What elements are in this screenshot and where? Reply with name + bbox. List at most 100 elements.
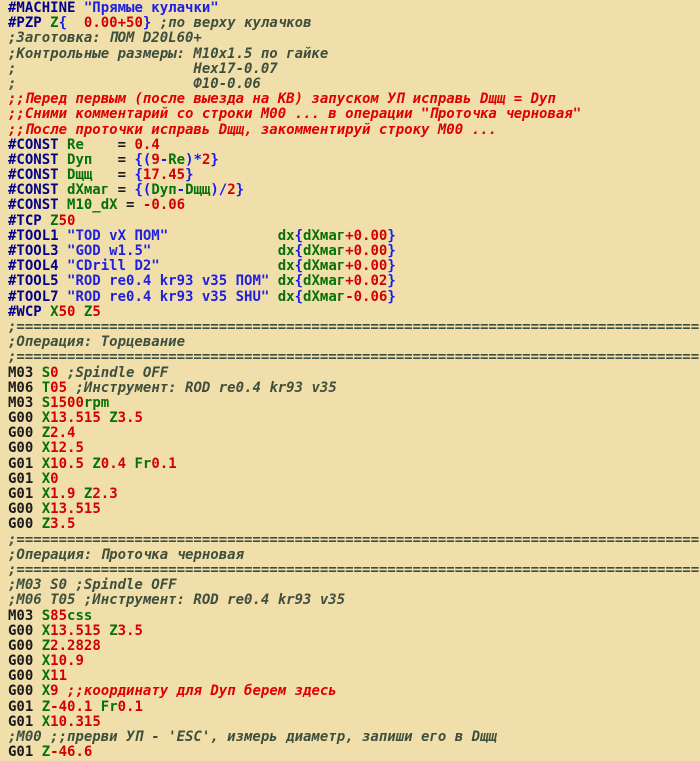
code-line: ;;Сними комментарий со строки M00 ... в … (8, 107, 700, 122)
code-token-g: G01 (8, 744, 33, 760)
code-token-t (134, 197, 142, 213)
code-line: M03 S1500rpm (8, 396, 700, 411)
code-line: #TOOL7 "ROD re0.4 kr93 v35 SHU" dx{dXмаг… (8, 290, 700, 305)
code-token-n: +0.00 (345, 258, 387, 274)
code-token-g: M03 (8, 395, 33, 411)
code-token-s: "ROD re0.4 kr93 v35 SHU" (67, 289, 269, 305)
code-token-c: ;Spindle OFF (67, 365, 168, 381)
code-token-t (33, 699, 41, 715)
code-token-w: Fr (101, 699, 118, 715)
code-token-c: ;M00 ;;прерви УП - 'ESC', измерь диаметр… (8, 729, 497, 745)
code-token-g: G00 (8, 653, 33, 669)
code-token-eq: = (118, 182, 126, 198)
code-token-t (109, 182, 117, 198)
code-token-t (33, 501, 41, 517)
code-token-n: 05 (50, 380, 67, 396)
code-token-b: )/ (210, 182, 227, 198)
code-token-rc: ;;После проточки исправь Dщщ, закомменти… (8, 122, 497, 138)
code-token-t (42, 213, 50, 229)
code-token-n: 1500 (50, 395, 84, 411)
code-token-n: +0.00 (345, 228, 387, 244)
code-token-dir: #TOOL1 (8, 228, 59, 244)
code-token-t (59, 228, 67, 244)
code-token-g: G00 (8, 410, 33, 426)
code-token-b: } (236, 182, 244, 198)
code-token-b: { (134, 167, 142, 183)
code-token-n: 9 (151, 152, 159, 168)
code-line: G01 X1.9 Z2.3 (8, 487, 700, 502)
code-token-w: Z (42, 425, 50, 441)
code-token-w: X (42, 440, 50, 456)
code-token-b: } (387, 289, 395, 305)
code-line: ;;Перед первым (после выезда на КВ) запу… (8, 92, 700, 107)
code-token-s: "Прямые кулачки" (84, 0, 219, 16)
code-line: G00 Z2.4 (8, 426, 700, 441)
code-token-w: Re (67, 137, 84, 153)
code-token-w: css (67, 608, 92, 624)
code-token-w: S (42, 395, 50, 411)
code-token-n: 0.1 (151, 456, 176, 472)
code-token-c: ;=======================================… (8, 562, 699, 578)
code-token-b: { (295, 228, 303, 244)
code-token-g: G01 (8, 471, 33, 487)
code-token-n: -46.6 (50, 744, 92, 760)
code-token-dir: #MACHINE (8, 0, 75, 16)
code-token-t (151, 243, 277, 259)
code-token-n: -40.1 (50, 699, 92, 715)
code-token-t (33, 410, 41, 426)
code-token-t (67, 15, 84, 31)
code-token-t (92, 167, 117, 183)
code-token-w: Z (109, 623, 117, 639)
code-token-g: G00 (8, 668, 33, 684)
code-token-w: Dщщ (67, 167, 92, 183)
code-token-t (33, 365, 41, 381)
code-token-b: } (185, 167, 193, 183)
code-token-t (101, 410, 109, 426)
code-token-w: S (42, 608, 50, 624)
code-token-b: } (210, 152, 218, 168)
code-token-dir: #TOOL5 (8, 273, 59, 289)
code-token-n: 13.515 (50, 410, 101, 426)
code-token-t (59, 365, 67, 381)
code-token-t (59, 182, 67, 198)
code-token-b: { (295, 243, 303, 259)
code-token-t (59, 137, 67, 153)
code-token-w: dXмаг (303, 228, 345, 244)
code-token-w: Dуп (67, 152, 92, 168)
code-token-n: 12.5 (50, 440, 84, 456)
code-token-n: 1.9 (50, 486, 75, 502)
code-token-t (59, 258, 67, 274)
code-token-dir: #CONST (8, 137, 59, 153)
code-line: ;;После проточки исправь Dщщ, закомменти… (8, 123, 700, 138)
code-token-t (126, 456, 134, 472)
code-token-t (42, 15, 50, 31)
code-token-t (75, 486, 83, 502)
code-token-t (84, 137, 118, 153)
code-token-w: Z (42, 638, 50, 654)
code-token-dir: #CONST (8, 197, 59, 213)
code-token-t (33, 638, 41, 654)
code-token-t (92, 699, 100, 715)
code-token-c: ; Hex17-0.07 (8, 61, 278, 77)
code-token-w: X (42, 456, 50, 472)
code-token-n: 5 (92, 304, 100, 320)
code-token-w: dXмаг (303, 273, 345, 289)
code-token-w: X (42, 714, 50, 730)
code-token-s: "GOD w1.5" (67, 243, 151, 259)
code-line: #TOOL4 "CDrill D2" dx{dXмаг+0.00} (8, 259, 700, 274)
code-line: #CONST Dуп = {(9-Re)*2} (8, 153, 700, 168)
code-token-w: X (42, 623, 50, 639)
code-token-w: X (42, 668, 50, 684)
code-line: ;=======================================… (8, 320, 700, 335)
code-editor[interactable]: #MACHINE "Прямые кулачки"#PZP Z{ 0.00+50… (0, 0, 700, 761)
code-token-b: - (177, 182, 185, 198)
code-token-w: rpm (84, 395, 109, 411)
code-token-s: "TOD vX ПОМ" (67, 228, 168, 244)
code-token-b: - (160, 152, 168, 168)
code-token-dir: #CONST (8, 152, 59, 168)
code-token-t (168, 228, 278, 244)
code-line: G01 X10.5 Z0.4 Fr0.1 (8, 457, 700, 472)
code-token-eq: = (118, 137, 126, 153)
code-line: G00 X13.515 Z3.5 (8, 411, 700, 426)
code-line: M03 S85css (8, 609, 700, 624)
